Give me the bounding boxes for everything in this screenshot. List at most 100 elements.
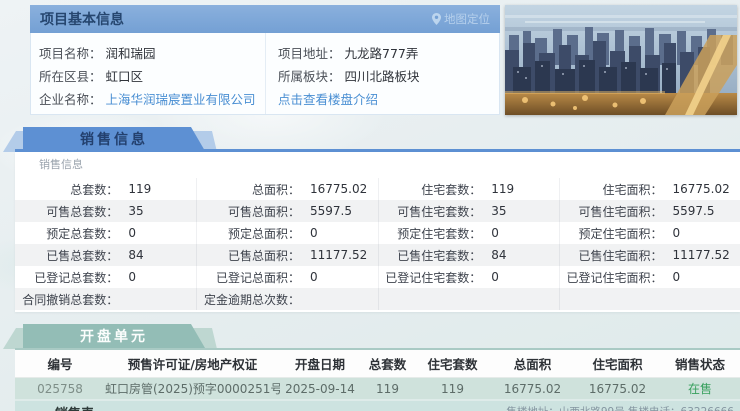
sales-label: 预定总面积： [227,226,300,241]
sales-cell: 已登记总面积： 0 [196,266,377,288]
sales-value: 84 [491,248,507,262]
sales-label: 合同撤销总套数： [22,292,119,307]
footer-band: 销售表 售楼地址：山西北路99号 售楼电话：63226666 [15,399,740,411]
sales-cell: 总套数： 119 [15,178,196,200]
sales-row-cancelled: 合同撤销总套数： 定金逾期总次数： [15,288,740,310]
sales-cell: 可售住宅套数： 35 [377,200,559,222]
sales-value: 0 [491,270,499,284]
field-project-name: 项目名称： 润和瑞园 [39,42,265,65]
sales-row-sold: 已售总套数： 84 已售总面积： 11177.52 已售住宅套数： 84 已售住宅面积… [15,244,740,266]
field-value: 九龙路777弄 [344,46,419,61]
col-license: 预售许可证/房地产权证 [105,350,280,378]
field-label: 企业名称： [39,92,102,107]
intro-link[interactable]: 点击查看楼盘介绍 [278,92,378,107]
basic-info-title: 项目基本信息 [40,12,124,28]
sales-row-available: 可售总套数： 35 可售总面积： 5597.5 可售住宅套数： 35 可售住宅面积： 5… [15,200,740,222]
field-label: 所属板块： [278,69,341,84]
sales-label: 已售住宅套数： [397,248,482,263]
table-header-row: 编号 预售许可证/房地产权证 开盘日期 总套数 住宅套数 总面积 住宅面积 销售… [15,350,740,378]
col-id: 编号 [15,350,105,378]
project-info-page: 项目基本信息 地图定位 项目名称： 润和瑞园 所在区县： 虹口区 企业名称： 上… [0,0,740,411]
sales-label: 预定总套数： [46,226,119,241]
sales-value: 35 [128,204,144,218]
sales-label: 定金逾期总次数： [203,292,300,307]
sales-row-registered: 已登记总套数： 0 已登记总面积： 0 已登记住宅套数： 0 已登记住宅面积： 0 [15,266,740,288]
sales-value: 16775.02 [672,182,730,196]
col-status: 销售状态 [660,350,740,378]
sales-label: 可售总套数： [46,204,119,219]
sales-value: 0 [128,270,136,284]
sales-value: 11177.52 [672,248,730,262]
sales-cell: 可售住宅面积： 5597.5 [558,200,740,222]
sales-value: 119 [128,182,152,196]
sales-value: 35 [491,204,507,218]
skyline-image [505,5,737,115]
sales-cell: 已登记住宅套数： 0 [377,266,559,288]
sales-cell: 已售总面积： 11177.52 [196,244,377,266]
cell-residential-area: 16775.02 [575,377,660,400]
field-label: 项目地址： [278,46,341,61]
sales-cell: 总面积： 16775.02 [196,178,377,200]
opening-units-panel: 编号 预售许可证/房地产权证 开盘日期 总套数 住宅套数 总面积 住宅面积 销售… [15,350,740,400]
sales-label: 预定住宅套数： [397,226,482,241]
sales-value: 16775.02 [309,182,368,196]
field-intro: 点击查看楼盘介绍 [278,88,499,111]
sales-cell: 预定总套数： 0 [15,222,196,244]
col-residential-area: 住宅面积 [575,350,660,378]
sales-cell: 已售住宅面积： 11177.52 [558,244,740,266]
tab-front-shape: 销售信息 [23,127,205,151]
cell-date: 2025-09-14 [280,377,360,400]
col-total-area: 总面积 [490,350,575,378]
sales-value: 5597.5 [309,204,352,218]
field-value: 四川北路板块 [344,69,420,84]
col-date: 开盘日期 [280,350,360,378]
sales-cell [377,288,559,310]
sales-label: 可售住宅面积： [578,204,663,219]
opening-units-tab-label: 开盘单元 [80,329,148,345]
sales-label: 可售住宅套数： [397,204,482,219]
cell-id: 025758 [15,377,105,400]
sales-info-tab-label: 销售信息 [80,132,148,148]
sales-label: 可售总面积： [227,204,300,219]
field-label: 项目名称： [39,46,102,61]
sales-cell: 预定住宅套数： 0 [377,222,559,244]
basic-info-header: 项目基本信息 地图定位 [30,5,500,33]
sales-label: 预定住宅面积： [578,226,663,241]
company-link[interactable]: 上海华润瑞宸置业有限公司 [106,92,256,107]
sales-cell: 已售住宅套数： 84 [377,244,559,266]
field-district: 所在区县： 虹口区 [39,65,265,88]
map-locate-label: 地图定位 [444,12,490,26]
field-value: 润和瑞园 [105,46,156,61]
sales-value: 84 [128,248,144,262]
tab-front-shape: 开盘单元 [23,324,205,348]
sales-cell: 已登记总套数： 0 [15,266,196,288]
cell-residential-units: 119 [415,377,490,400]
field-block: 所属板块： 四川北路板块 [278,65,499,88]
map-pin-icon [432,13,441,25]
sales-subtitle: 销售信息 [39,158,83,171]
sales-value: 0 [672,270,681,284]
table-row[interactable]: 025758 虹口房管(2025)预字0000251号 2025-09-14 1… [15,377,740,400]
sales-value: 0 [309,226,318,240]
sales-cell: 已登记住宅面积： 0 [558,266,740,288]
sales-value: 0 [491,226,499,240]
sales-label: 已登记总面积： [215,270,300,285]
cell-license: 虹口房管(2025)预字0000251号 [105,377,280,400]
sales-label: 已登记总套数： [34,270,119,285]
footer-sales-table-label: 销售表 [55,403,94,411]
sales-cell: 预定住宅面积： 0 [558,222,740,244]
sales-info-panel: 销售信息 总套数： 119 总面积： 16775.02 住宅套数： 119 住宅面积：… [15,152,740,312]
basic-info-panel: 项目名称： 润和瑞园 所在区县： 虹口区 企业名称： 上海华润瑞宸置业有限公司 … [30,33,500,115]
basic-info-right-column: 项目地址： 九龙路777弄 所属板块： 四川北路板块 点击查看楼盘介绍 [265,33,499,114]
project-photo [505,5,737,115]
sales-cell: 住宅面积： 16775.02 [558,178,740,200]
field-company: 企业名称： 上海华润瑞宸置业有限公司 [39,88,265,111]
footer-contact-info: 售楼地址：山西北路99号 售楼电话：63226666 [506,404,734,411]
sales-cell: 合同撤销总套数： [15,288,196,310]
sales-info-tab: 销售信息 [15,127,207,151]
map-locate-link[interactable]: 地图定位 [432,11,490,27]
sales-cell: 定金逾期总次数： [196,288,377,310]
sales-cell: 预定总面积： 0 [196,222,377,244]
sales-label: 已售住宅面积： [578,248,663,263]
col-total-units: 总套数 [360,350,415,378]
